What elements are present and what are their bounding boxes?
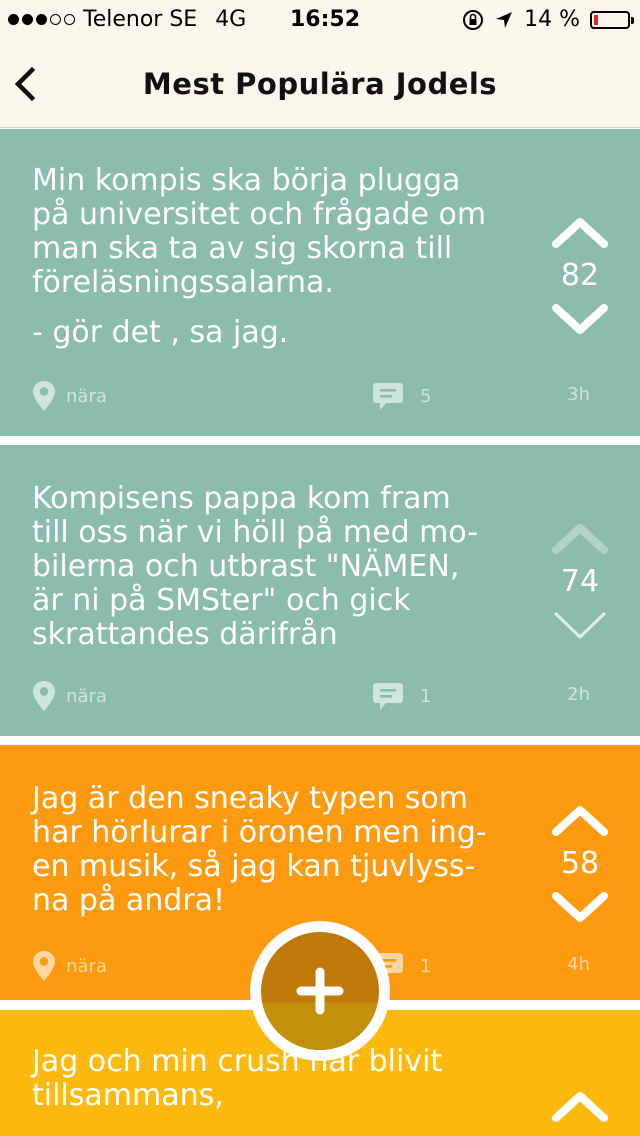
plus-icon — [296, 967, 344, 1015]
network-type: 4G — [215, 7, 247, 32]
comment-count: 1 — [420, 955, 432, 977]
comments-link[interactable]: 5 — [372, 380, 431, 412]
upvote-button[interactable] — [550, 1088, 610, 1124]
upvote-button[interactable] — [550, 802, 610, 838]
jodel-post[interactable]: Kompisens pappa kom fram till oss när vi… — [0, 445, 640, 736]
post-age: 3h — [567, 384, 590, 405]
location-pin-icon — [33, 681, 55, 711]
vote-count: 58 — [560, 846, 600, 881]
post-text-continued: - gör det , sa jag. — [32, 315, 289, 350]
comment-count: 1 — [420, 685, 432, 707]
post-text: Jag är den sneaky typen som har hörlurar… — [32, 781, 487, 918]
post-text-block: Min kompis ska börja plugga på universit… — [32, 164, 522, 350]
jodel-post[interactable]: Min kompis ska börja plugga på universit… — [0, 129, 640, 436]
carrier-name: Telenor SE — [83, 7, 198, 32]
comment-count: 5 — [420, 385, 432, 407]
battery-icon — [590, 10, 634, 29]
status-bar: Telenor SE 4G 16:52 14 % — [0, 0, 640, 40]
vote-count: 74 — [560, 564, 600, 599]
upvote-button[interactable] — [550, 520, 610, 556]
new-post-button[interactable] — [250, 921, 390, 1061]
battery-fill — [594, 14, 598, 25]
location-pin-icon — [33, 951, 55, 981]
comment-bubble-icon — [373, 683, 403, 710]
downvote-button[interactable] — [550, 302, 610, 338]
post-age: 4h — [567, 954, 590, 975]
post-text-block: Kompisens pappa kom fram till oss när vi… — [32, 482, 522, 652]
vote-panel: 58 — [550, 802, 610, 926]
downvote-button[interactable] — [550, 608, 610, 644]
post-text: Jag och min crush har blivit tillsammans… — [32, 1044, 443, 1113]
post-text-block: Jag och min crush har blivit tillsammans… — [32, 1045, 522, 1113]
post-text-block: Jag är den sneaky typen som har hörlurar… — [32, 782, 522, 918]
page-title: Mest Populära Jodels — [142, 67, 498, 101]
post-text: Kompisens pappa kom fram till oss när vi… — [32, 481, 479, 652]
comments-link[interactable]: 1 — [372, 680, 431, 712]
comment-bubble-icon — [373, 383, 403, 410]
location-link[interactable]: nära — [32, 680, 107, 712]
orientation-lock-icon — [463, 9, 484, 30]
location-link[interactable]: nära — [32, 950, 107, 982]
upvote-button[interactable] — [550, 214, 610, 250]
vote-panel: 82 — [550, 214, 610, 338]
clock: 16:52 — [290, 7, 361, 32]
status-right: 14 % — [462, 7, 634, 32]
post-meta: nära 5 3h — [32, 380, 590, 412]
signal-strength-icon — [8, 14, 75, 25]
location-arrow-icon — [496, 11, 513, 28]
downvote-button[interactable] — [550, 890, 610, 926]
location-label: nära — [66, 685, 107, 707]
post-text: Min kompis ska börja plugga på universit… — [32, 163, 487, 300]
post-age: 2h — [567, 684, 590, 705]
vote-count: 82 — [560, 258, 600, 293]
status-left: Telenor SE 4G — [8, 7, 246, 32]
location-link[interactable]: nära — [32, 380, 107, 412]
vote-panel — [550, 1088, 610, 1124]
battery-percent: 14 % — [524, 7, 580, 32]
post-meta: nära 1 2h — [32, 680, 590, 712]
location-label: nära — [66, 955, 107, 977]
location-pin-icon — [33, 381, 55, 411]
vote-panel: 74 — [550, 520, 610, 644]
nav-bar: Mest Populära Jodels — [0, 40, 640, 128]
location-label: nära — [66, 385, 107, 407]
